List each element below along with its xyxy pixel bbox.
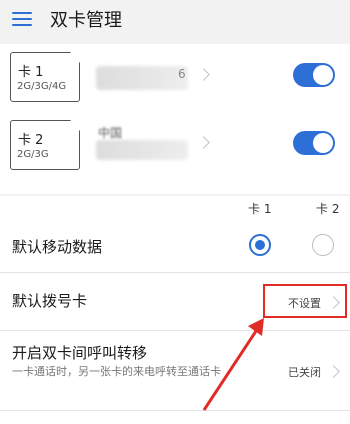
column-header-card-1: 卡 1: [248, 202, 272, 216]
sim-number-blurred: [96, 140, 188, 160]
default-data-radio-card-2[interactable]: [312, 234, 334, 256]
divider: [0, 330, 350, 331]
menu-icon[interactable]: [12, 9, 32, 27]
sim-network: 2G/3G/4G: [17, 81, 67, 92]
sim-2-toggle[interactable]: [293, 131, 335, 155]
app-bar: 双卡管理: [0, 0, 350, 44]
chevron-right-icon[interactable]: [197, 68, 210, 81]
call-forward-label: 开启双卡间呼叫转移: [12, 344, 148, 362]
page-title: 双卡管理: [50, 10, 122, 31]
sim-list: 卡 1 2G/3G/4G 6 卡 2 2G/3G 中国: [0, 44, 350, 194]
sim-1-toggle[interactable]: [293, 63, 335, 87]
divider: [0, 410, 350, 411]
divider: [0, 272, 350, 273]
column-header-card-2: 卡 2: [316, 202, 340, 216]
sim-number-digit: 6: [178, 67, 186, 81]
sim-carrier: 中国: [98, 126, 123, 140]
chevron-right-icon[interactable]: [197, 136, 210, 149]
default-data-radio-card-1[interactable]: [249, 234, 271, 256]
sim-card-icon: 卡 2 2G/3G: [10, 120, 80, 170]
default-dial-label: 默认拨号卡: [12, 292, 88, 310]
call-forward-value[interactable]: 已关闭: [288, 364, 321, 380]
call-forward-description: 一卡通话时，另一张卡的来电呼转至通话卡: [12, 365, 221, 378]
sim-network: 2G/3G: [17, 149, 49, 160]
annotation-highlight-box: [263, 284, 347, 318]
chevron-right-icon[interactable]: [327, 365, 340, 378]
sim-name: 卡 2: [18, 133, 44, 148]
sim-card-icon: 卡 1 2G/3G/4G: [10, 52, 80, 102]
default-data-label: 默认移动数据: [12, 238, 103, 256]
sim-row-2[interactable]: 卡 2 2G/3G 中国: [0, 114, 350, 180]
sim-number-blurred: [96, 66, 188, 90]
sim-name: 卡 1: [18, 65, 44, 80]
sim-row-1[interactable]: 卡 1 2G/3G/4G 6: [0, 46, 350, 112]
